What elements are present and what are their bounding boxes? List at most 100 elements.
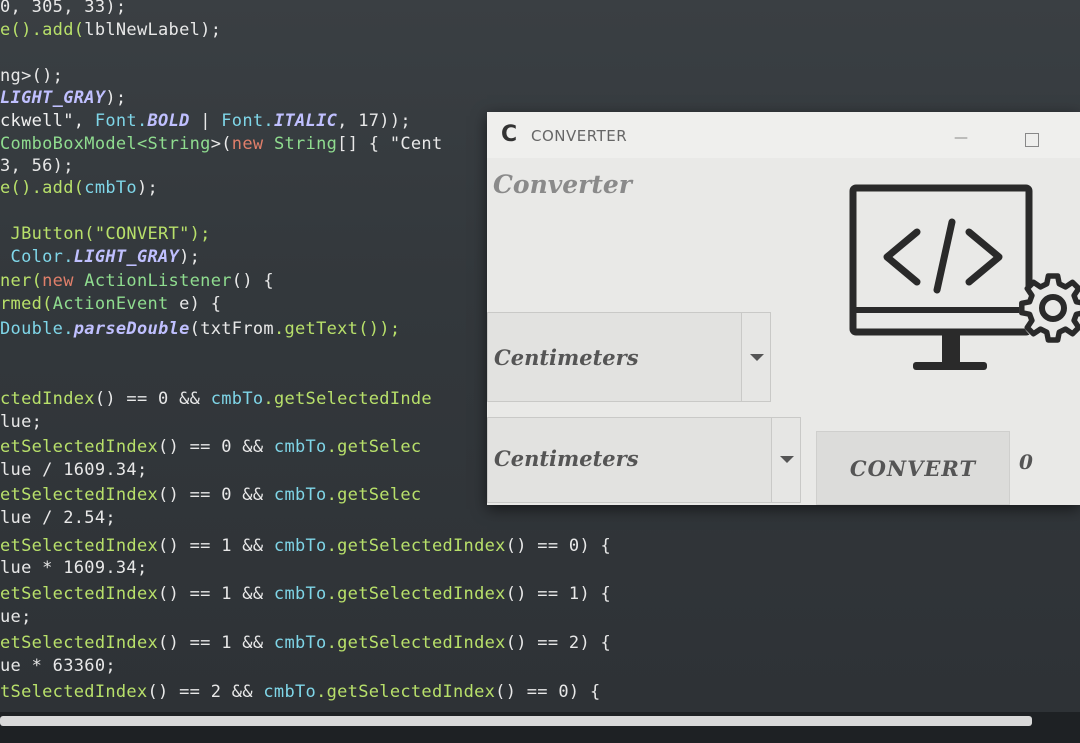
code-line: LIGHT_GRAY); xyxy=(0,88,126,108)
code-token: etSelectedIndex xyxy=(0,584,159,604)
code-token: etSelectedIndex xyxy=(0,633,159,653)
maximize-button[interactable] xyxy=(1025,133,1039,147)
code-token: () == 0 && xyxy=(158,437,274,457)
code-token: ckwell", xyxy=(0,111,95,131)
chevron-down-icon xyxy=(780,456,794,463)
code-token: .getSelec xyxy=(326,485,422,505)
code-token: .getSelectedIndex xyxy=(326,536,506,556)
to-unit-combobox[interactable]: Centimeters xyxy=(487,417,801,503)
code-line: ctedIndex() == 0 && cmbTo.getSelectedInd… xyxy=(0,389,432,409)
code-line: etSelectedIndex() == 0 && cmbTo.getSelec xyxy=(0,437,421,457)
code-token: .getText()); xyxy=(273,319,401,339)
code-token: () == 2 && xyxy=(147,682,264,702)
result-label: 0 xyxy=(1019,450,1033,474)
from-unit-dropdown-button[interactable] xyxy=(741,313,770,401)
code-line: ComboBoxModel<String>(new String[] { "Ce… xyxy=(0,134,443,154)
code-token: () == 1) { xyxy=(505,584,612,604)
code-token: lblNewLabel xyxy=(84,20,201,40)
code-line: Color.LIGHT_GRAY); xyxy=(0,247,200,267)
code-token: >( xyxy=(210,134,232,154)
code-token: () == 1 && xyxy=(158,633,274,653)
code-line: rmed(ActionEvent e) { xyxy=(0,294,221,314)
code-token: LIGHT_GRAY xyxy=(0,88,106,108)
code-token: 0, 305, 33); xyxy=(0,0,127,17)
title-bar[interactable]: C CONVERTER — xyxy=(487,112,1080,158)
convert-button[interactable]: CONVERT xyxy=(816,431,1010,505)
from-unit-value: Centimeters xyxy=(494,345,639,370)
code-token: ( xyxy=(189,319,201,339)
code-token: ); xyxy=(136,178,159,198)
code-token: () { xyxy=(231,271,274,291)
code-line: etSelectedIndex() == 0 && cmbTo.getSelec xyxy=(0,485,421,505)
code-token: () == 0) { xyxy=(505,536,612,556)
code-line: tSelectedIndex() == 2 && cmbTo.getSelect… xyxy=(0,682,601,702)
code-token: Font. xyxy=(94,111,148,131)
code-line: Double.parseDouble(txtFrom.getText()); xyxy=(0,319,400,339)
from-unit-combobox[interactable]: Centimeters xyxy=(487,312,771,402)
code-line: ue * 63360; xyxy=(0,656,116,676)
code-token: String xyxy=(147,134,211,154)
code-token: Double. xyxy=(0,319,74,339)
code-token: e) { xyxy=(179,294,222,314)
code-token: lue; xyxy=(0,412,43,432)
code-token: cmbTo xyxy=(263,682,317,702)
code-token: [] { "Cent xyxy=(337,134,443,154)
code-token: cmbTo xyxy=(273,633,327,653)
code-token: Font. xyxy=(221,111,274,131)
code-token: .getSelectedIndex xyxy=(316,682,496,702)
code-line: 3, 56); xyxy=(0,156,74,176)
code-token: .getSelectedIndex xyxy=(326,584,506,604)
code-token: cmbTo xyxy=(273,485,327,505)
code-token: tSelectedIndex xyxy=(0,682,148,702)
code-token: new xyxy=(42,271,85,291)
window-title: CONVERTER xyxy=(531,127,628,145)
code-token: ctedIndex xyxy=(0,389,95,409)
code-token: () == 1 && xyxy=(158,584,274,604)
code-line: lue * 1609.34; xyxy=(0,558,148,578)
code-token: .getSelec xyxy=(326,437,422,457)
monitor-code-gear-icon xyxy=(849,184,1080,370)
code-token: 3, 56); xyxy=(0,156,74,176)
code-token: .getSelectedInde xyxy=(263,389,432,409)
code-token: new xyxy=(231,134,274,154)
page-title: Converter xyxy=(493,170,632,199)
code-line: e().add(cmbTo); xyxy=(0,178,158,198)
code-line: ner(new ActionListener() { xyxy=(0,271,274,291)
code-token: cmbTo xyxy=(84,178,137,198)
to-unit-dropdown-button[interactable] xyxy=(771,418,800,502)
code-token: ITALIC xyxy=(273,111,338,131)
code-line: lue; xyxy=(0,412,42,432)
code-token: JButton("CONVERT"); xyxy=(0,224,211,244)
code-token: lue * 1609.34; xyxy=(0,558,148,578)
code-line: lue / 1609.34; xyxy=(0,460,148,480)
code-token: cmbTo xyxy=(210,389,264,409)
code-line: e().add(lblNewLabel); xyxy=(0,20,221,40)
code-token: ActionListener xyxy=(84,271,232,291)
code-token: ActionEvent xyxy=(52,294,180,314)
code-token: () == 0 && xyxy=(94,389,211,409)
minimize-button[interactable]: — xyxy=(953,130,969,146)
code-line: etSelectedIndex() == 1 && cmbTo.getSelec… xyxy=(0,584,611,604)
code-line: etSelectedIndex() == 1 && cmbTo.getSelec… xyxy=(0,633,611,653)
code-token: , 17)); xyxy=(337,111,411,131)
code-token: .getSelectedIndex xyxy=(326,633,506,653)
code-token: LIGHT_GRAY xyxy=(73,247,180,267)
code-line: ckwell", Font.BOLD | Font.ITALIC, 17)); xyxy=(0,111,411,131)
code-token: | xyxy=(189,111,222,131)
code-token: ng>(); xyxy=(0,66,64,86)
code-token: () == 0) { xyxy=(495,682,601,702)
horizontal-scrollbar-thumb[interactable] xyxy=(0,716,1032,726)
code-token: e().add( xyxy=(0,178,85,198)
code-token: lue / 1609.34; xyxy=(0,460,148,480)
code-token: etSelectedIndex xyxy=(0,536,159,556)
code-line: ng>(); xyxy=(0,66,63,86)
code-token: ); xyxy=(105,88,127,108)
code-token: cmbTo xyxy=(273,437,327,457)
code-token: etSelectedIndex xyxy=(0,437,159,457)
code-token: ue; xyxy=(0,607,32,627)
code-token: ue * 63360; xyxy=(0,656,116,676)
code-token: txtFrom xyxy=(200,319,274,339)
app-icon: C xyxy=(501,122,518,147)
code-token: String xyxy=(273,134,338,154)
code-token: BOLD xyxy=(147,111,190,131)
